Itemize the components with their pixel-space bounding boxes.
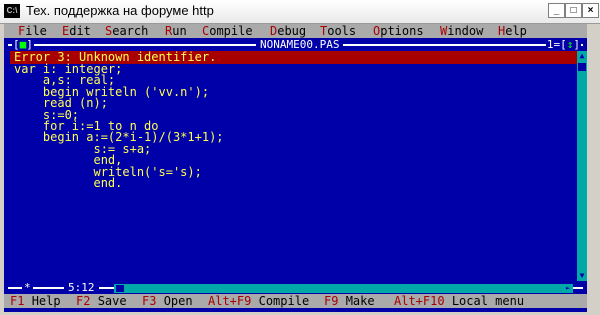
code-editor[interactable]: var i: integer; a,s: real; begin writeln… [14,63,224,191]
scroll-up-icon[interactable]: ▲ [577,51,587,61]
status-local-menu[interactable]: Alt+F10 Local menu [394,294,524,308]
status-key: Alt+F10 [394,294,445,308]
menu-label: ebug [277,24,307,38]
cursor-position: 5:12 [64,282,99,294]
status-key: F2 [76,294,91,308]
status-make[interactable]: F9 Make [324,294,375,308]
horizontal-scrollbar[interactable]: ► [114,284,573,293]
menu-bar: File Edit Search Run Compile Debug Tools… [4,24,587,38]
menu-label: ile [25,24,47,38]
status-open[interactable]: F3 Open [142,294,193,308]
status-key: Alt+F9 [208,294,252,308]
close-button[interactable]: × [582,3,599,18]
menu-label: earch [112,24,149,38]
console-app-icon[interactable]: C:\ [4,4,20,18]
menu-help[interactable]: Help [498,24,527,38]
window-title: Тех. поддержка на форуме http [26,3,214,18]
status-bar: F1 Help F2 Save F3 Open Alt+F9 Compile F… [4,294,587,308]
status-label: Compile [258,294,310,308]
menu-file[interactable]: File [18,24,47,38]
status-label: Make [345,294,375,308]
status-help[interactable]: F1 Help [10,294,61,308]
status-label: Save [97,294,127,308]
menu-run[interactable]: Run [165,24,187,38]
menu-label: dit [69,24,91,38]
menu-debug[interactable]: Debug [270,24,306,38]
menu-label: elp [505,24,527,38]
menu-label: ompile [209,24,253,38]
menu-compile[interactable]: Compile [202,24,253,38]
horizontal-scroll-thumb[interactable] [116,285,124,292]
window-number: 1= [546,38,561,51]
status-label: Help [31,294,61,308]
status-label: Local menu [451,294,525,308]
menu-edit[interactable]: Edit [62,24,91,38]
modified-marker: * [22,281,33,294]
dos-console: File Edit Search Run Compile Debug Tools… [4,24,587,312]
menu-search[interactable]: Search [105,24,148,38]
zoom-box-bracket: [ [560,38,567,51]
menu-label: ools [327,24,357,38]
vertical-scroll-thumb[interactable] [578,63,586,71]
window-number-zoom: 1=[↕] [545,38,581,51]
menu-window[interactable]: Window [440,24,483,38]
vertical-scrollbar[interactable]: ▲ ▼ [577,51,587,281]
scroll-down-icon[interactable]: ▼ [577,271,587,281]
editor-frame-bottom: * 5:12 ► [4,282,587,294]
status-key: F1 [10,294,25,308]
maximize-button[interactable]: □ [565,3,582,18]
code-line: end. [14,176,123,191]
status-key: F3 [142,294,157,308]
zoom-box-bracket: ] [573,38,580,51]
menu-tools[interactable]: Tools [320,24,356,38]
status-key: F9 [324,294,339,308]
zoom-box[interactable]: [↕] [560,38,580,51]
minimize-button[interactable]: _ [548,3,565,18]
status-compile[interactable]: Alt+F9 Compile [208,294,309,308]
editor-filename: NONAME00.PAS [256,39,344,51]
menu-label: un [172,24,187,38]
menu-label: ptions [380,24,424,38]
scroll-right-icon[interactable]: ► [563,284,573,293]
menu-label: indow [447,24,484,38]
status-label: Open [163,294,193,308]
status-save[interactable]: F2 Save [76,294,127,308]
menu-options[interactable]: Options [373,24,424,38]
title-bar: C:\ Тех. поддержка на форуме http _ □ × [0,0,600,24]
